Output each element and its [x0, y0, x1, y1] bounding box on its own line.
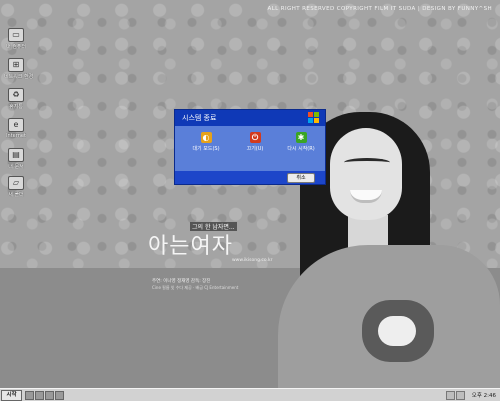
- desktop-icon-documents[interactable]: ▤ 내 문서: [4, 148, 28, 170]
- cancel-button[interactable]: 취소: [287, 173, 315, 183]
- desktop-icon-internet[interactable]: e Internet: [4, 118, 28, 139]
- folder-icon: ▱: [8, 176, 24, 190]
- shutdown-dialog: 시스템 종료 ◐ 대기 모드(S) ⏻ 끄기(U) ✱ 다시 시작(R) 취소: [174, 109, 326, 185]
- standby-button[interactable]: ◐ 대기 모드(S): [186, 132, 226, 152]
- desktop-icon-folder[interactable]: ▱ 새 폴더: [4, 176, 28, 198]
- power-off-button[interactable]: ⏻ 끄기(U): [235, 132, 275, 152]
- internet-icon: e: [8, 118, 24, 132]
- quicklaunch-desktop-icon[interactable]: [25, 391, 34, 400]
- dialog-footer: 취소: [175, 171, 325, 184]
- wallpaper-woman-face: [330, 128, 402, 220]
- restart-button[interactable]: ✱ 다시 시작(R): [281, 132, 321, 152]
- quicklaunch-explorer-icon[interactable]: [35, 391, 44, 400]
- desktop-icon-network[interactable]: ⊞ 네트워크 환경: [4, 58, 33, 80]
- dialog-title: 시스템 종료: [182, 114, 217, 122]
- restart-icon: ✱: [295, 132, 307, 143]
- movie-credits: 주연: 이나영 정재영 감독: 장진: [152, 279, 211, 284]
- tray-volume-icon[interactable]: [456, 391, 465, 400]
- computer-icon: ▭: [8, 28, 24, 42]
- movie-website: www.ikisong.co.kr: [232, 258, 273, 263]
- network-icon: ⊞: [8, 58, 24, 72]
- shirt-print-face: [378, 316, 416, 346]
- wallpaper-woman-eyes: [344, 158, 390, 167]
- documents-icon: ▤: [8, 148, 24, 162]
- quicklaunch-browser-icon[interactable]: [55, 391, 64, 400]
- windows-logo-icon: [308, 112, 320, 123]
- dialog-titlebar[interactable]: 시스템 종료: [175, 110, 325, 126]
- movie-title: 아는여자: [148, 234, 233, 259]
- taskbar-clock: 오후 2:46: [471, 393, 496, 399]
- wallpaper-copyright: ALL RIGHT RESERVED COPYRIGHT FILM IT SUD…: [267, 6, 492, 12]
- recycle-bin-icon: ♻: [8, 88, 24, 102]
- standby-icon: ◐: [200, 132, 212, 143]
- movie-credits-small: Cine 필름 잇 수다 제공 · 배급 CJ Entertainment: [152, 285, 239, 290]
- quicklaunch-media-icon[interactable]: [45, 391, 54, 400]
- desktop-icon-recycle-bin[interactable]: ♻ 휴지통: [4, 88, 28, 110]
- start-button[interactable]: 시작: [1, 390, 22, 401]
- power-off-icon: ⏻: [249, 132, 261, 143]
- tray-network-icon[interactable]: [446, 391, 455, 400]
- taskbar: 시작 오후 2:46: [0, 388, 500, 401]
- desktop-icon-my-computer[interactable]: ▭ 내 컴퓨터: [4, 28, 28, 50]
